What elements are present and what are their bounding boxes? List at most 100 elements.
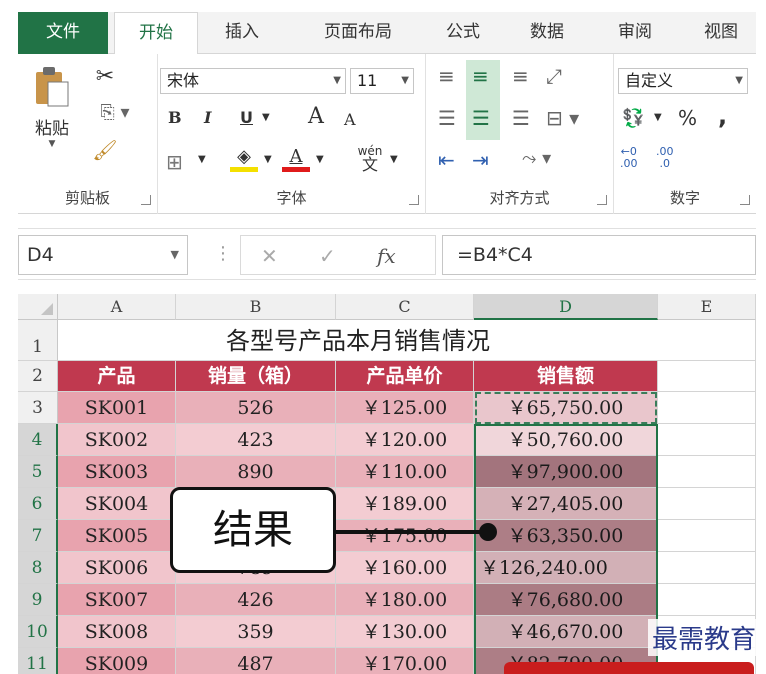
header-quantity[interactable]: 销量（箱） <box>176 361 336 392</box>
cell-product[interactable]: SK005 <box>58 520 176 552</box>
row-header-10[interactable]: 10 <box>18 616 58 648</box>
cell-empty[interactable] <box>658 520 756 552</box>
font-size-select[interactable]: 11 ▼ <box>350 68 414 94</box>
tab-formulas[interactable]: 公式 <box>428 12 498 54</box>
tab-view[interactable]: 视图 <box>686 12 756 54</box>
cell-sales[interactable]: ￥65,750.00 <box>474 392 658 424</box>
cell-product[interactable]: SK009 <box>58 648 176 674</box>
align-top-icon[interactable]: ≡ <box>438 64 455 88</box>
cell-unit-price[interactable]: ￥120.00 <box>336 424 474 456</box>
number-format-select[interactable]: 自定义 ▼ <box>618 68 748 94</box>
align-right-icon[interactable]: ☰ <box>512 106 530 130</box>
format-painter-icon[interactable]: 🖌 <box>90 138 120 162</box>
cell-unit-price[interactable]: ￥189.00 <box>336 488 474 520</box>
italic-button[interactable]: I <box>204 108 211 127</box>
cell-sales[interactable]: ￥63,350.00 <box>474 520 658 552</box>
phonetic-button[interactable]: wén 文 <box>352 144 388 173</box>
row-header-5[interactable]: 5 <box>18 456 58 488</box>
decrease-indent-icon[interactable]: ⇤ <box>438 148 455 172</box>
formula-bar-splitter[interactable]: ⋮ <box>214 243 232 264</box>
copy-icon[interactable]: ⎘ ▾ <box>90 102 140 123</box>
cell-unit-price[interactable]: ￥175.00 <box>336 520 474 552</box>
row-header-8[interactable]: 8 <box>18 552 58 584</box>
cell-unit-price[interactable]: ￥125.00 <box>336 392 474 424</box>
tab-review[interactable]: 审阅 <box>598 12 672 54</box>
column-header-a[interactable]: A <box>58 294 176 320</box>
orientation-icon[interactable]: ⤢ <box>546 64 562 88</box>
row-header-3[interactable]: 3 <box>18 392 58 424</box>
cell-empty[interactable] <box>658 361 756 392</box>
dialog-launcher-icon[interactable] <box>740 195 750 205</box>
decrease-font-button[interactable]: A <box>344 110 356 129</box>
column-header-b[interactable]: B <box>176 294 336 320</box>
cell-sales[interactable]: ￥126,240.00 <box>474 552 658 584</box>
enter-icon[interactable]: ✓ <box>319 244 336 268</box>
cell-sales[interactable]: ￥46,670.00 <box>474 616 658 648</box>
cell-empty[interactable] <box>658 552 756 584</box>
paste-button[interactable]: 粘贴 ▼ <box>26 64 78 164</box>
insert-function-icon[interactable]: fx <box>377 244 396 268</box>
row-header-1[interactable]: 1 <box>18 320 58 361</box>
tab-insert[interactable]: 插入 <box>204 12 280 54</box>
column-header-e[interactable]: E <box>658 294 756 320</box>
dialog-launcher-icon[interactable] <box>409 195 419 205</box>
cell-quantity[interactable]: 423 <box>176 424 336 456</box>
select-all-corner[interactable] <box>18 294 58 320</box>
cell-sales[interactable]: ￥50,760.00 <box>474 424 658 456</box>
font-color-button[interactable]: A <box>282 146 310 172</box>
cell-empty[interactable] <box>658 456 756 488</box>
align-center-icon[interactable]: ☰ <box>472 106 490 130</box>
cell-product[interactable]: SK008 <box>58 616 176 648</box>
percent-button[interactable]: % <box>678 106 697 130</box>
row-header-2[interactable]: 2 <box>18 361 58 392</box>
cell-product[interactable]: SK003 <box>58 456 176 488</box>
font-name-select[interactable]: 宋体 ▼ <box>160 68 346 94</box>
row-header-9[interactable]: 9 <box>18 584 58 616</box>
column-header-c[interactable]: C <box>336 294 474 320</box>
chevron-down-icon[interactable]: ▼ <box>264 154 272 165</box>
header-sales[interactable]: 销售额 <box>474 361 658 392</box>
fill-color-button[interactable]: ◈ <box>230 146 258 172</box>
cell-sales[interactable]: ￥76,680.00 <box>474 584 658 616</box>
cell-product[interactable]: SK002 <box>58 424 176 456</box>
header-product[interactable]: 产品 <box>58 361 176 392</box>
chevron-down-icon[interactable]: ▼ <box>654 112 662 123</box>
cell-unit-price[interactable]: ￥130.00 <box>336 616 474 648</box>
tab-page-layout[interactable]: 页面布局 <box>298 12 418 54</box>
merge-center-icon[interactable]: ⊟ ▾ <box>546 106 579 130</box>
cancel-icon[interactable]: ✕ <box>261 244 278 268</box>
cell-empty[interactable] <box>658 424 756 456</box>
chevron-down-icon[interactable]: ▼ <box>390 154 398 165</box>
cell-quantity[interactable]: 526 <box>176 392 336 424</box>
chevron-down-icon[interactable]: ▼ <box>198 154 206 165</box>
cell-product[interactable]: SK007 <box>58 584 176 616</box>
wrap-text-icon[interactable]: ⤳ ▾ <box>522 148 551 169</box>
cell-product[interactable]: SK006 <box>58 552 176 584</box>
cell-empty[interactable] <box>658 584 756 616</box>
currency-icon[interactable]: 💱 <box>622 108 644 129</box>
cell-unit-price[interactable]: ￥160.00 <box>336 552 474 584</box>
cell-product[interactable]: SK004 <box>58 488 176 520</box>
align-middle-icon[interactable]: ≡ <box>472 64 489 88</box>
tab-file[interactable]: 文件 <box>18 12 108 54</box>
cell-quantity[interactable]: 487 <box>176 648 336 674</box>
cell-quantity[interactable]: 359 <box>176 616 336 648</box>
cell-empty[interactable] <box>658 488 756 520</box>
increase-decimal-button[interactable]: ←0.00 <box>620 146 638 170</box>
header-unit-price[interactable]: 产品单价 <box>336 361 474 392</box>
name-box[interactable]: D4 ▼ <box>18 235 188 275</box>
cell-quantity[interactable]: 890 <box>176 456 336 488</box>
chevron-down-icon[interactable]: ▼ <box>262 112 270 123</box>
cell-unit-price[interactable]: ￥180.00 <box>336 584 474 616</box>
dialog-launcher-icon[interactable] <box>141 195 151 205</box>
align-left-icon[interactable]: ☰ <box>438 106 456 130</box>
increase-font-button[interactable]: A <box>308 104 324 129</box>
cell-quantity[interactable]: 426 <box>176 584 336 616</box>
align-bottom-icon[interactable]: ≡ <box>512 64 529 88</box>
comma-button[interactable]: , <box>718 102 727 130</box>
cell-product[interactable]: SK001 <box>58 392 176 424</box>
bold-button[interactable]: B <box>168 108 182 127</box>
cell-unit-price[interactable]: ￥110.00 <box>336 456 474 488</box>
chevron-down-icon[interactable]: ▼ <box>316 154 324 165</box>
cell-sales[interactable]: ￥27,405.00 <box>474 488 658 520</box>
